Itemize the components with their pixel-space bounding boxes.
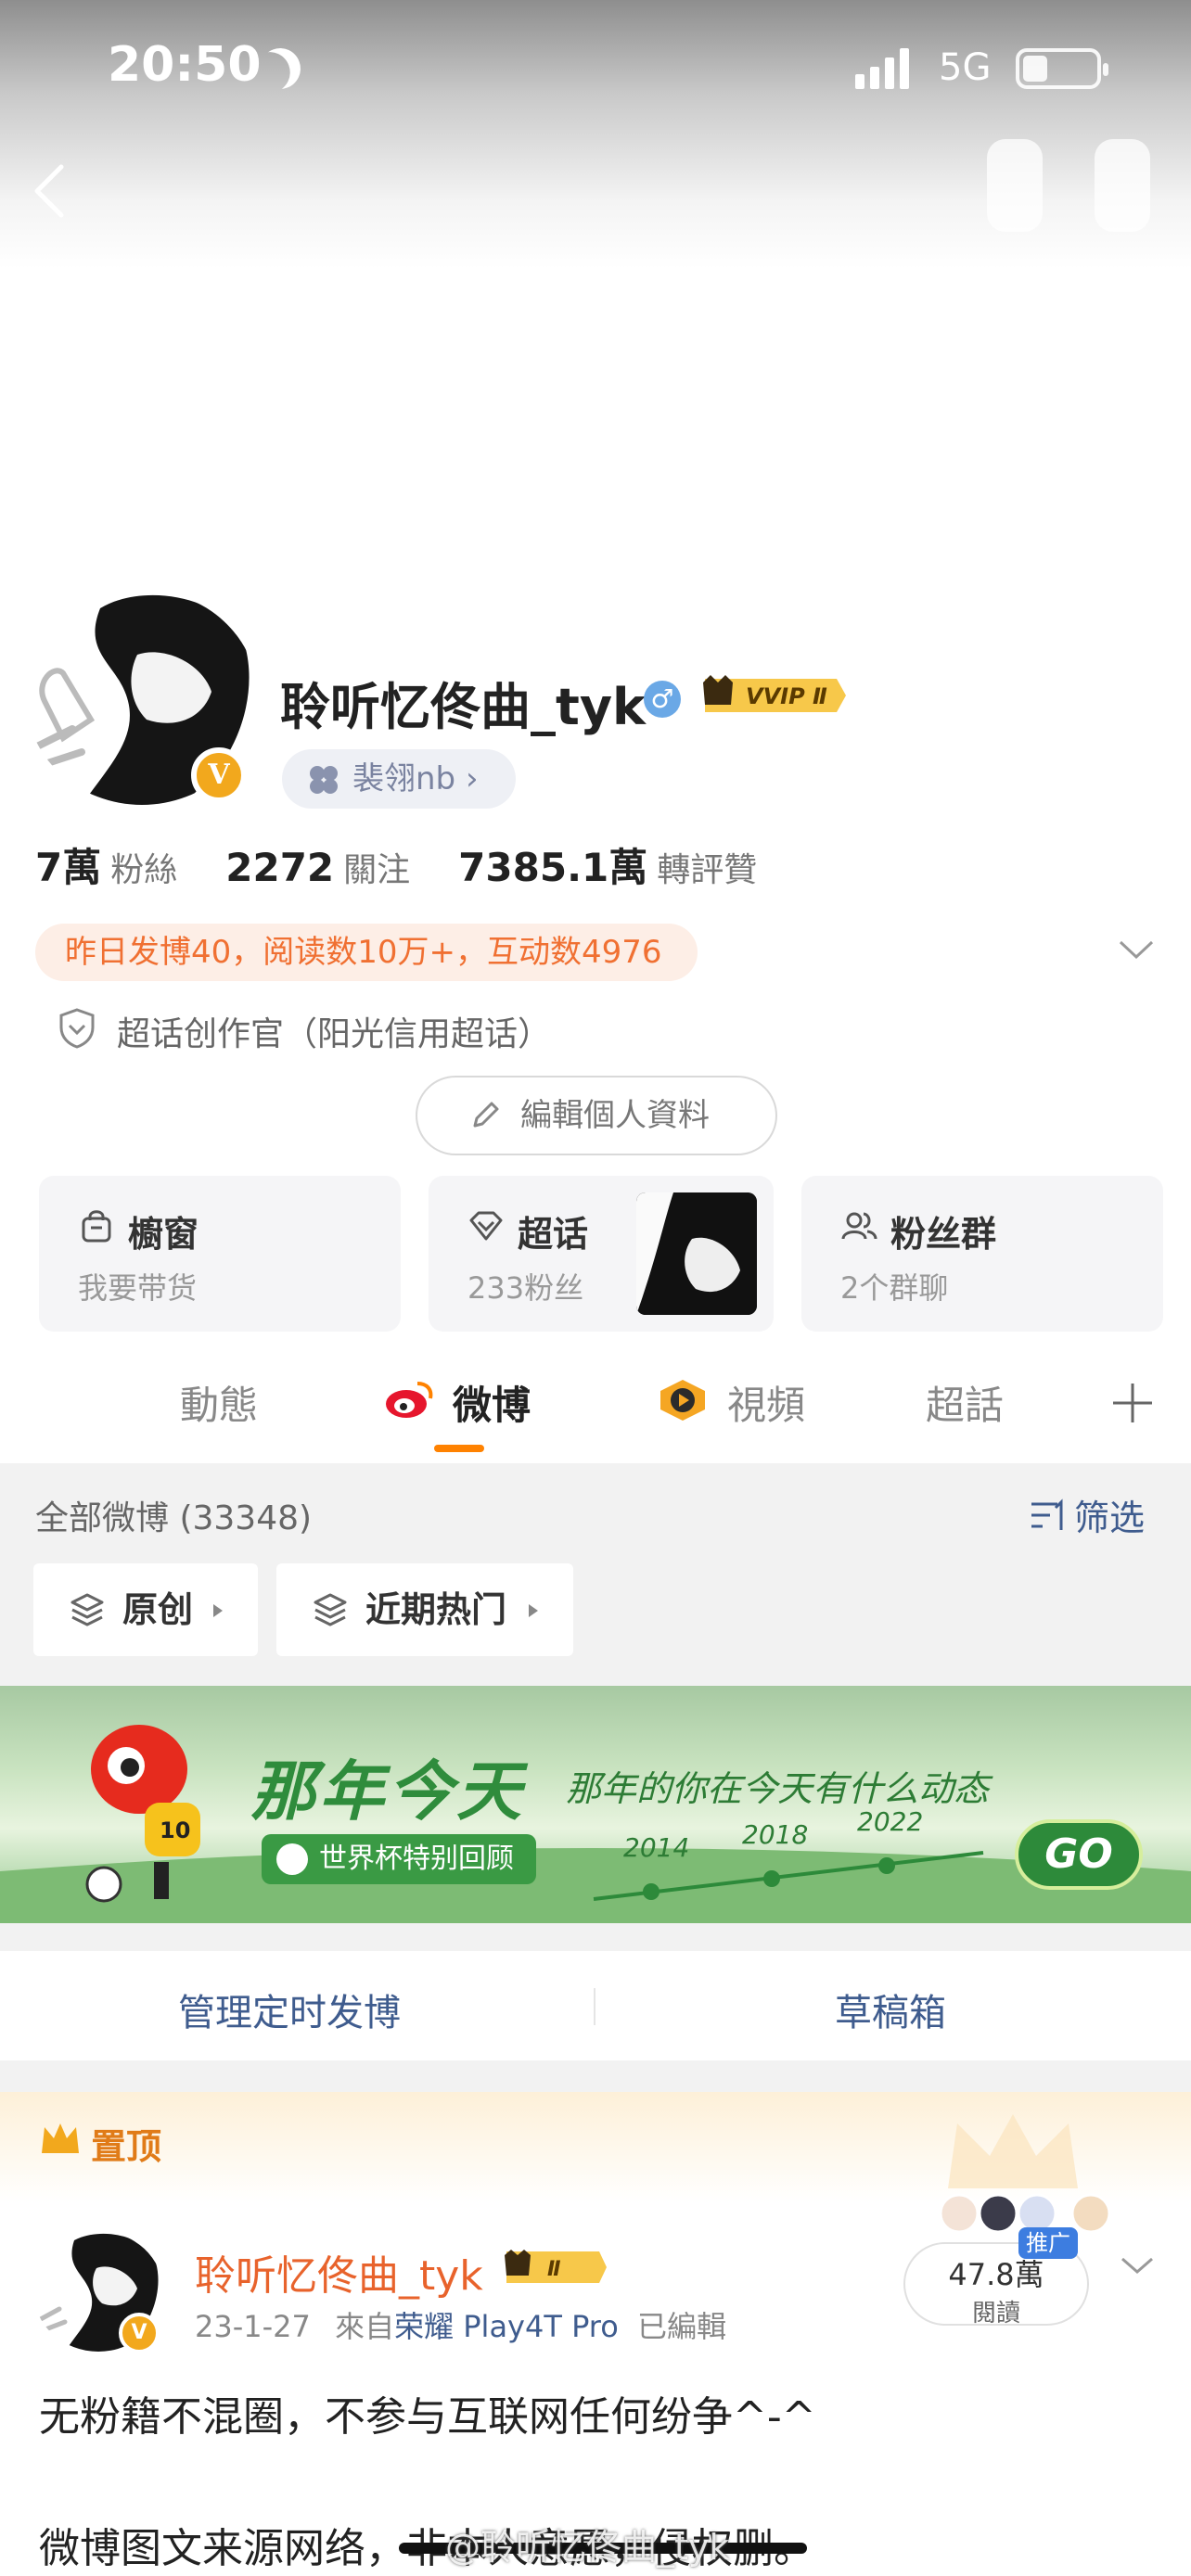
memory-banner[interactable]: 10 那年今天 那年的你在今天有什么动态 世界杯特别回顾 2014 2018 2… [0,1686,1191,1923]
post-meta: 23-1-27 來自荣耀 Play4T Pro 已編輯 [195,2303,726,2346]
tab-video[interactable]: 視頻 [727,1374,805,1431]
chevron-down-icon[interactable] [1119,2251,1156,2279]
mascot-number: 10 [160,1817,190,1843]
filter-button[interactable]: 筛选 [1074,1489,1145,1540]
pencil-icon [473,1102,499,1128]
plus-icon[interactable] [1109,1380,1156,1426]
status-time: 20:50 [108,37,262,93]
diamond-icon [469,1211,503,1241]
source-prefix: 來自 [335,2309,395,2344]
following-label[interactable]: 關注 [343,851,410,889]
filter-icon[interactable] [1030,1497,1069,1534]
card-title: 超话 [518,1214,589,1255]
male-icon: ♂ [644,681,681,718]
go-button[interactable]: GO [1015,1819,1143,1890]
shield-icon [59,1008,95,1049]
football-icon [276,1843,308,1875]
weibo-logo-icon [386,1382,433,1418]
verified-badge: V [191,747,247,803]
profile-name: 聆听忆佟曲_tyk [280,678,646,736]
group-icon [841,1212,877,1240]
interactions-label[interactable]: 轉評贊 [657,851,757,889]
card-subtitle: 2个群聊 [840,1270,949,1306]
search-icon[interactable] [987,139,1043,232]
card-subtitle: 233粉丝 [467,1270,584,1306]
battery-icon [1016,48,1108,89]
card-subtitle: 我要带货 [78,1270,198,1306]
back-arrow-icon[interactable] [32,163,69,219]
clover-icon [310,766,338,794]
vip-badge[interactable]: Ⅱ [501,2248,610,2287]
caret-right-icon [213,1604,223,1617]
network-label: 5G [939,46,992,89]
followers-count[interactable]: 7萬 [35,845,101,890]
active-tab-indicator [434,1445,484,1452]
watermark: @聆听忆佟曲_tyk [445,2527,730,2568]
chip-original[interactable]: 原创 [33,1563,258,1656]
caret-right-icon [529,1604,538,1617]
pinned-label: 置顶 [91,2126,162,2167]
vvip-text: VVIP Ⅱ [746,683,827,709]
edited-label[interactable]: 已編輯 [637,2309,726,2344]
promo-badge[interactable]: 推广 [1018,2227,1078,2259]
creator-title[interactable]: 超话创作官（阳光信用超话） [117,1007,551,1055]
read-count-label: 閱讀 [971,2300,1020,2327]
card-title: 櫥窗 [128,1214,199,1255]
profile-stats: 7萬 粉絲 2272 關注 7385.1萬 轉評贊 [35,836,805,893]
bag-icon [82,1210,111,1243]
card-title: 粉丝群 [890,1214,997,1255]
tab-weibo[interactable]: 微博 [453,1374,531,1431]
chip-recent-hot[interactable]: 近期热门 [276,1563,573,1656]
divider [594,1988,596,2025]
scheduled-posts-button[interactable]: 管理定时发博 [178,1983,401,2036]
post-text-line: 无粉籍不混圈，不参与互联网任何纷争^-^ [39,2393,816,2441]
post-author-name[interactable]: 聆听忆佟曲_tyk [195,2242,483,2302]
layers-icon [70,1593,104,1626]
vip-text: Ⅱ [547,2258,561,2281]
interactions-count[interactable]: 7385.1萬 [458,845,647,890]
chevron-down-icon[interactable] [1117,935,1156,964]
activity-summary[interactable]: 昨日发博40，阅读数10万+，互动数4976 [35,924,698,981]
followers-label[interactable]: 粉絲 [110,851,177,889]
year-2018: 2018 [742,1819,809,1850]
vvip-badge[interactable]: VVIP Ⅱ [698,673,848,718]
video-icon [660,1380,705,1421]
weibo-count: 全部微博 (33348) [35,1499,313,1537]
tab-dynamics[interactable]: 動態 [180,1374,258,1431]
chip-label: 原创 [122,1589,194,1630]
post-device[interactable]: 荣耀 Play4T Pro [394,2309,619,2344]
signal-icon [855,48,909,89]
following-count[interactable]: 2272 [225,845,334,890]
tab-super-topic[interactable]: 超話 [926,1374,1004,1431]
super-topic-thumbnail[interactable] [636,1192,757,1315]
year-2014: 2014 [623,1832,690,1863]
banner-title: 那年今天 [250,1753,525,1830]
post-date: 23-1-27 [195,2309,311,2344]
mascot-icon: 10 [85,1725,200,1903]
year-2022: 2022 [857,1806,924,1837]
verified-badge: V [119,2313,160,2353]
crown-icon [42,2123,79,2153]
drafts-button[interactable]: 草稿箱 [835,1983,946,2036]
banner-subtitle: 那年的你在今天有什么动态 [566,1768,990,1809]
card-shop-window[interactable]: 櫥窗 我要带货 [39,1176,401,1332]
chip-label: 近期热门 [365,1589,507,1630]
card-fan-group[interactable]: 粉丝群 2个群聊 [801,1176,1163,1332]
layers-icon [314,1593,347,1626]
more-icon[interactable] [1095,139,1150,232]
